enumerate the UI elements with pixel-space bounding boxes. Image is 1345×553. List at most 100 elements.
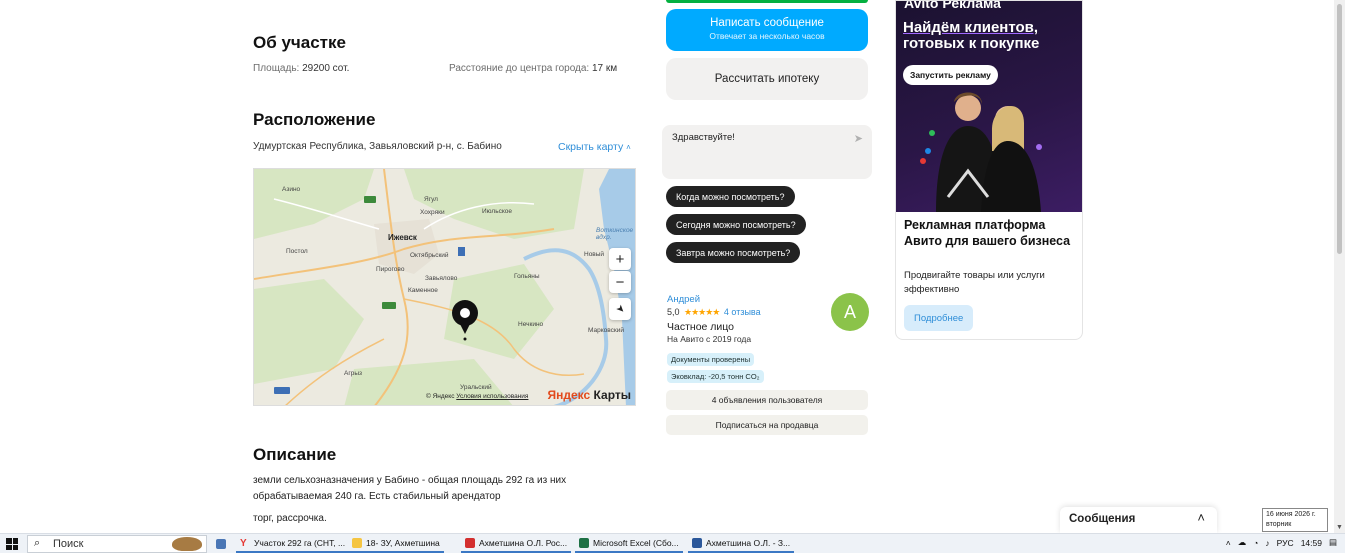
ad-more-button[interactable]: Подробнее (904, 305, 974, 331)
network-icon[interactable]: ◔ (1253, 538, 1258, 548)
taskbar: ⌕ Поиск Y Участок 292 га (СНТ, ... 18- З… (0, 533, 1345, 553)
taskbar-item-label: Участок 292 га (СНТ, ... (254, 538, 346, 548)
map-label: Агрыз (344, 370, 362, 377)
eco-badge[interactable]: Эковклад: -20,5 тонн CO₂ (667, 370, 764, 383)
subscribe-button[interactable]: Подписаться на продавца (666, 415, 868, 435)
distance-value: 17 км (592, 63, 618, 74)
taskbar-item-label: 18- ЗУ, Ахметшина (366, 538, 440, 548)
chevron-up-icon: ˄ (626, 143, 631, 152)
map-label: Июльское (482, 208, 512, 215)
task-view-icon[interactable] (212, 535, 230, 553)
location-arrow-icon: ➤ (613, 302, 627, 316)
quick-reply-chip[interactable]: Когда можно посмотреть? (666, 186, 795, 207)
scrollbar[interactable]: ▼ (1334, 0, 1345, 533)
ad-people-illustration (920, 92, 1042, 212)
messages-widget[interactable]: Сообщения ˄ (1060, 507, 1217, 533)
seller-name[interactable]: Андрей (667, 294, 700, 305)
cloud-icon[interactable]: ☁ (1238, 537, 1247, 548)
rating-value: 5,0 (667, 307, 680, 317)
map-label: Марковский (588, 327, 624, 334)
chat-input[interactable]: Здравствуйте! ➤ (662, 125, 872, 179)
tooltip-weekday: вторник (1266, 521, 1292, 528)
star-icons: ★★★★★ (684, 307, 720, 317)
notifications-icon[interactable]: ▤ (1329, 537, 1337, 548)
quick-reply-chip[interactable]: Завтра можно посмотреть? (666, 242, 801, 263)
ad-title[interactable]: Рекламная платформа Авито для вашего биз… (904, 217, 1074, 249)
taskbar-item-browser[interactable]: Y Участок 292 га (СНТ, ... (236, 535, 350, 553)
documents-badge: Документы проверены (667, 353, 755, 366)
reviews-link[interactable]: 4 отзыва (724, 307, 761, 317)
page: Об участке Площадь: 29200 сот. Расстояни… (0, 0, 1345, 533)
avatar[interactable]: А (831, 293, 869, 331)
map-copyright: © Яндекс Условия использования (426, 393, 528, 400)
map-label: Уральский (460, 384, 492, 391)
map-label: Каменное (408, 287, 438, 294)
geolocation-button[interactable]: ➤ (609, 298, 631, 320)
scroll-down-icon[interactable]: ▼ (1336, 524, 1343, 531)
ad-banner[interactable]: Avito Реклама Найдём клиентов, готовых к… (895, 0, 1083, 340)
description-line: обрабатываемая 240 га. Есть стабильный а… (253, 491, 501, 502)
area-value: 29200 сот. (302, 63, 350, 74)
about-title: Об участке (253, 33, 346, 52)
taskbar-search[interactable]: ⌕ Поиск (27, 535, 207, 553)
map[interactable]: Азино Ягул Хохряки Июльское Ижевск Октяб… (253, 168, 636, 406)
pdf-icon (465, 538, 475, 548)
taskbar-item-excel[interactable]: Microsoft Excel (Сбо... (575, 535, 683, 553)
write-message-button[interactable]: Написать сообщение Отвечает за несколько… (666, 9, 868, 51)
call-button-edge[interactable] (666, 0, 868, 3)
map-canvas (254, 169, 635, 405)
taskbar-item-label: Ахметшина О.Л. Рос... (479, 538, 568, 548)
ad-text: Продвигайте товары или услуги эффективно (904, 270, 1045, 295)
map-label: Хохряки (420, 209, 445, 216)
description-line: торг, рассрочка. (253, 513, 327, 524)
map-label: Ягул (424, 196, 438, 203)
logo-brand: Яндекс (547, 388, 591, 402)
scrollbar-thumb[interactable] (1337, 4, 1342, 254)
map-label: Ижевск (388, 233, 417, 242)
chevron-up-icon[interactable]: ˄ (1197, 510, 1205, 525)
map-terms-link[interactable]: Условия использования (456, 393, 528, 400)
send-icon[interactable]: ➤ (854, 132, 863, 145)
chevron-up-icon[interactable]: ˄ (1226, 538, 1231, 548)
tooltip-date: 16 июня 2026 г. (1266, 511, 1316, 518)
volume-icon[interactable]: ♪ (1265, 538, 1269, 548)
write-message-label: Написать сообщение (710, 17, 824, 29)
language-indicator[interactable]: РУС (1277, 538, 1294, 548)
turtle-icon (172, 537, 202, 551)
zoom-out-button[interactable]: − (609, 271, 631, 293)
hide-map-link[interactable]: Скрыть карту ˄ (558, 141, 631, 153)
taskbar-item-word[interactable]: Ахметшина О.Л. - З... (688, 535, 795, 553)
messages-label: Сообщения (1069, 513, 1136, 525)
area-label: Площадь: (253, 63, 300, 74)
windows-start-icon[interactable] (6, 538, 18, 550)
folder-icon (352, 538, 362, 548)
map-label: Октябрьский (410, 252, 449, 259)
ad-image[interactable]: Avito Реклама Найдём клиентов, готовых к… (896, 1, 1082, 212)
quick-reply-chip[interactable]: Сегодня можно посмотреть? (666, 214, 806, 235)
location-title: Расположение (253, 110, 376, 129)
write-message-sub: Отвечает за несколько часов (709, 31, 825, 41)
chat-input-text: Здравствуйте! (672, 132, 735, 143)
map-label: Азино (282, 186, 301, 193)
taskbar-item-folder[interactable]: 18- ЗУ, Ахметшина (348, 535, 444, 553)
clock[interactable]: 14:59 (1301, 538, 1322, 548)
search-placeholder: Поиск (53, 538, 84, 550)
hide-map-label: Скрыть карту (558, 141, 624, 153)
map-copyright-text: © Яндекс (426, 393, 455, 400)
mortgage-button[interactable]: Рассчитать ипотеку (666, 58, 868, 100)
map-label: Новый (584, 251, 605, 258)
excel-icon (579, 538, 589, 548)
area-row: Площадь: 29200 сот. (253, 63, 349, 74)
word-icon (692, 538, 702, 548)
yandex-maps-logo[interactable]: Яндекс Карты (548, 388, 631, 402)
seller-listings-button[interactable]: 4 объявления пользователя (666, 390, 868, 410)
search-icon: ⌕ (34, 537, 41, 549)
seller-since: На Авито с 2019 года (667, 334, 752, 344)
zoom-in-button[interactable]: + (609, 248, 631, 270)
seller-rating: 5,0 ★★★★★ 4 отзыва (667, 307, 761, 318)
taskbar-item-label: Ахметшина О.Л. - З... (706, 538, 791, 548)
description-title: Описание (253, 445, 337, 464)
seller-type: Частное лицо (667, 321, 735, 333)
distance-row: Расстояние до центра города: 17 км (449, 63, 617, 74)
taskbar-item-pdf[interactable]: Ахметшина О.Л. Рос... (461, 535, 572, 553)
